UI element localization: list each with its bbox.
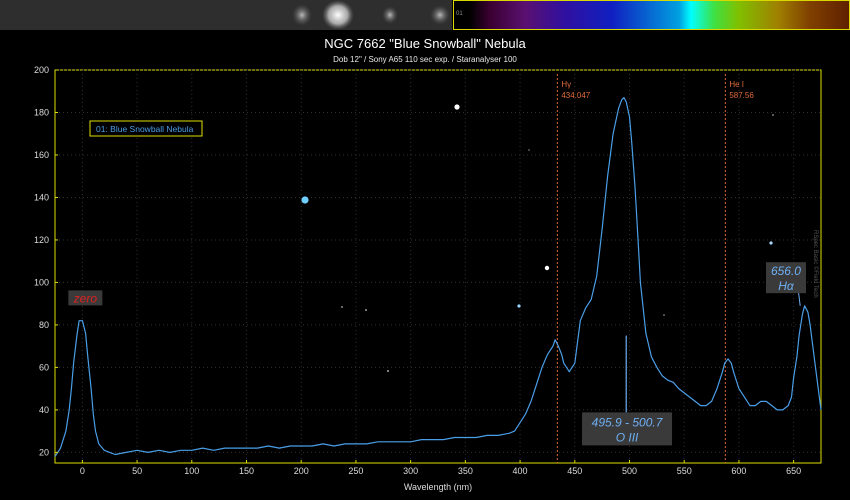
legend-label: 01: Blue Snowball Nebula: [96, 124, 194, 134]
annotations: zero 495.9 - 500.7O III 656.0Hα: [68, 262, 806, 446]
x-tick-label: 450: [567, 466, 582, 476]
oiii-wavelength-label: 495.9 - 500.7: [592, 415, 664, 429]
x-tick-label: 100: [184, 466, 199, 476]
star: [544, 265, 550, 271]
y-tick-label: 40: [39, 405, 49, 415]
y-tick-label: 140: [34, 192, 49, 202]
y-tick-label: 100: [34, 277, 49, 287]
halpha-wavelength-label: 656.0: [771, 264, 801, 278]
reference-value-label: 587.56: [729, 91, 754, 100]
star: [772, 114, 774, 116]
y-tick-label: 120: [34, 235, 49, 245]
star: [663, 314, 665, 316]
series-group: [54, 96, 822, 457]
star: [341, 306, 343, 308]
y-tick-label: 20: [39, 447, 49, 457]
x-tick-label: 650: [786, 466, 801, 476]
oiii-ion-label: O III: [616, 430, 639, 444]
y-tick-label: 200: [34, 65, 49, 75]
x-tick-label: 500: [622, 466, 637, 476]
background-stars: [301, 104, 774, 372]
spectrum-chart: Hγ 434.047 He I 587.56 0 50 100 150 200 250 300 35…: [34, 65, 822, 492]
series-line: [54, 96, 822, 457]
y-tick-label: 80: [39, 320, 49, 330]
x-tick-label: 300: [403, 466, 418, 476]
y-axis-ticks: 20 40 60 80 100 120 140 160 180 200: [34, 65, 58, 457]
x-tick-label: 0: [80, 466, 85, 476]
star: [365, 309, 367, 311]
star: [301, 196, 309, 204]
reference-value-label: 434.047: [561, 91, 590, 100]
y-tick-label: 160: [34, 150, 49, 160]
x-tick-label: 350: [458, 466, 473, 476]
x-tick-label: 550: [677, 466, 692, 476]
x-tick-label: 150: [239, 466, 254, 476]
star: [387, 370, 389, 372]
x-tick-label: 50: [132, 466, 142, 476]
x-tick-label: 600: [731, 466, 746, 476]
reference-lines: Hγ 434.047 He I 587.56: [556, 74, 754, 463]
y-tick-label: 60: [39, 362, 49, 372]
x-axis-label: Wavelength (nm): [404, 482, 472, 492]
legend: 01: Blue Snowball Nebula: [89, 120, 203, 137]
star: [528, 149, 530, 151]
halpha-ion-label: Hα: [778, 279, 795, 293]
x-axis-ticks: 0 50 100 150 200 250 300 350 400 450 500 550 600 650: [80, 460, 801, 476]
star: [454, 104, 460, 110]
reference-label: He I: [729, 80, 744, 89]
y-tick-label: 180: [34, 107, 49, 117]
x-tick-label: 200: [294, 466, 309, 476]
star: [517, 304, 521, 308]
x-tick-label: 400: [513, 466, 528, 476]
x-tick-label: 250: [348, 466, 363, 476]
zero-label: zero: [73, 291, 98, 305]
star: [769, 241, 773, 245]
reference-label: Hγ: [561, 80, 571, 89]
